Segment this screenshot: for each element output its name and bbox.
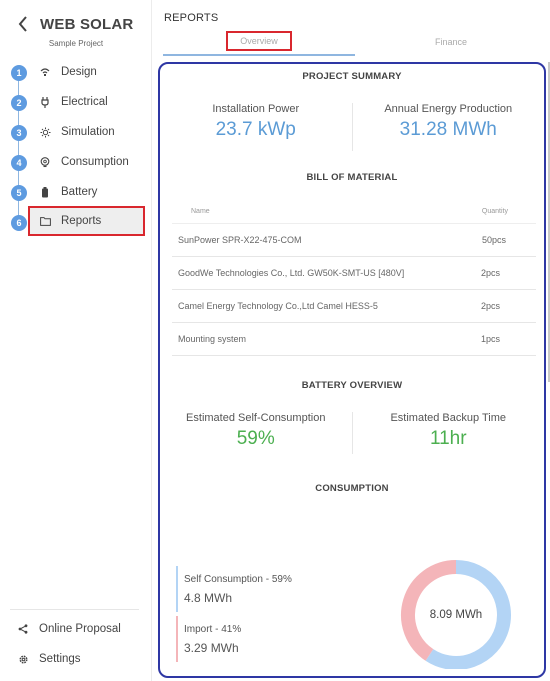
table-row: SunPower SPR-X22-475-COM 50pcs xyxy=(172,224,536,257)
sidebar-item-design[interactable]: 1 Design xyxy=(0,58,152,88)
report-tabs: Overview Finance xyxy=(163,28,547,56)
folder-icon xyxy=(38,214,52,228)
step-label: Simulation xyxy=(61,126,115,138)
step-label: Battery xyxy=(61,186,98,198)
back-chevron-icon[interactable] xyxy=(18,14,32,34)
bulb-icon xyxy=(38,155,52,169)
table-row: GoodWe Technologies Co., Ltd. GW50K-SMT-… xyxy=(172,257,536,290)
page-title: REPORTS xyxy=(164,12,219,24)
backup-time-label: Estimated Backup Time xyxy=(390,412,507,424)
legend-import: Import - 41% 3.29 MWh xyxy=(176,616,292,662)
bom-col-quantity: Quantity xyxy=(481,208,508,215)
legend-value: 3.29 MWh xyxy=(184,640,239,655)
donut-center-label: 8.09 MWh xyxy=(429,609,483,621)
app-title: WEB SOLAR xyxy=(40,15,134,33)
table-row: Mounting system 1pcs xyxy=(172,323,536,356)
installation-power-value: 23.7 kWp xyxy=(215,119,296,140)
bom-title: BILL OF MATERIAL xyxy=(306,172,398,183)
sidebar: WEB SOLAR Sample Project 1 Design 2 Elec… xyxy=(0,0,152,681)
main-panel: REPORTS Overview Finance PROJECT SUMMARY… xyxy=(153,0,550,681)
installation-power-label: Installation Power xyxy=(212,103,300,115)
sun-icon xyxy=(38,125,52,139)
bom-item-name: GoodWe Technologies Co., Ltd. GW50K-SMT-… xyxy=(178,268,405,278)
sidebar-item-electrical[interactable]: 2 Electrical xyxy=(0,88,152,118)
step-link[interactable]: Electrical xyxy=(30,88,144,116)
report-card: PROJECT SUMMARY Installation Power 23.7 … xyxy=(158,62,546,678)
step-link[interactable]: Design xyxy=(30,58,144,86)
step-nav: 1 Design 2 Electrical 3 Simulation 4 Con… xyxy=(0,58,152,238)
installation-power: Installation Power 23.7 kWp xyxy=(160,103,352,151)
annual-energy-value: 31.28 MWh xyxy=(399,119,497,140)
step-label: Electrical xyxy=(61,96,108,108)
tab-overview[interactable]: Overview xyxy=(163,28,355,56)
step-label: Design xyxy=(61,66,97,78)
consumption-donut-chart: 8.09 MWh xyxy=(398,557,514,669)
annual-energy: Annual Energy Production 31.28 MWh xyxy=(353,103,545,151)
battery-icon xyxy=(38,185,52,199)
step-number: 6 xyxy=(11,215,27,231)
project-name: Sample Project xyxy=(48,39,104,48)
step-label: Consumption xyxy=(61,156,129,168)
step-number: 2 xyxy=(11,95,27,111)
project-summary-kpis: Installation Power 23.7 kWp Annual Energ… xyxy=(160,103,544,151)
battery-kpis: Estimated Self-Consumption 59% Estimated… xyxy=(160,412,544,454)
share-icon xyxy=(16,622,30,636)
sidebar-footer: Online Proposal Settings xyxy=(10,609,139,674)
legend-value: 4.8 MWh xyxy=(184,590,233,605)
bom-item-quantity: 50pcs xyxy=(481,235,506,245)
settings-link[interactable]: Settings xyxy=(10,644,139,674)
sidebar-item-reports[interactable]: 6 Reports xyxy=(0,206,152,238)
brand-header: WEB SOLAR xyxy=(18,14,133,34)
settings-label: Settings xyxy=(39,653,81,665)
annual-energy-label: Annual Energy Production xyxy=(384,103,513,115)
self-consumption: Estimated Self-Consumption 59% xyxy=(160,412,352,454)
bom-header: Name Quantity xyxy=(172,200,536,224)
gear-icon xyxy=(16,652,30,666)
tab-label: Overview xyxy=(226,31,292,51)
step-number: 5 xyxy=(11,185,27,201)
online-proposal-link[interactable]: Online Proposal xyxy=(10,614,139,644)
step-number: 4 xyxy=(11,155,27,171)
tab-finance[interactable]: Finance xyxy=(355,28,547,56)
legend-self-consumption: Self Consumption - 59% 4.8 MWh xyxy=(176,566,292,612)
step-link[interactable]: Battery xyxy=(30,178,144,206)
backup-time-value: 11hr xyxy=(429,428,467,449)
sidebar-item-simulation[interactable]: 3 Simulation xyxy=(0,118,152,148)
bom-item-name: Camel Energy Technology Co.,Ltd Camel HE… xyxy=(178,301,378,311)
consumption-legend: Self Consumption - 59% 4.8 MWh Import - … xyxy=(176,566,292,666)
step-link[interactable]: Reports xyxy=(28,206,145,236)
bom-col-name: Name xyxy=(191,208,210,215)
legend-label: Import - 41% xyxy=(184,623,242,635)
table-row: Camel Energy Technology Co.,Ltd Camel HE… xyxy=(172,290,536,323)
sidebar-item-consumption[interactable]: 4 Consumption xyxy=(0,148,152,178)
sidebar-item-battery[interactable]: 5 Battery xyxy=(0,178,152,208)
step-link[interactable]: Simulation xyxy=(30,118,144,146)
step-number: 1 xyxy=(11,65,27,81)
battery-overview-title: BATTERY OVERVIEW xyxy=(301,380,403,391)
consumption-title: CONSUMPTION xyxy=(315,483,389,494)
project-summary-title: PROJECT SUMMARY xyxy=(302,71,402,82)
plug-icon xyxy=(38,95,52,109)
backup-time: Estimated Backup Time 11hr xyxy=(353,412,545,454)
bom-item-quantity: 2pcs xyxy=(480,268,500,278)
bom-item-name: Mounting system xyxy=(178,334,247,344)
online-proposal-label: Online Proposal xyxy=(39,623,121,635)
step-link[interactable]: Consumption xyxy=(30,148,144,176)
self-consumption-label: Estimated Self-Consumption xyxy=(186,412,326,424)
bom-item-name: SunPower SPR-X22-475-COM xyxy=(178,235,302,245)
bom-item-quantity: 2pcs xyxy=(480,301,500,311)
bom-item-quantity: 1pcs xyxy=(480,334,500,344)
tab-label: Finance xyxy=(434,37,468,47)
legend-label: Self Consumption - 59% xyxy=(184,573,292,585)
step-label: Reports xyxy=(61,215,102,227)
home-wifi-icon xyxy=(38,65,52,79)
self-consumption-value: 59% xyxy=(236,428,275,449)
step-number: 3 xyxy=(11,125,27,141)
